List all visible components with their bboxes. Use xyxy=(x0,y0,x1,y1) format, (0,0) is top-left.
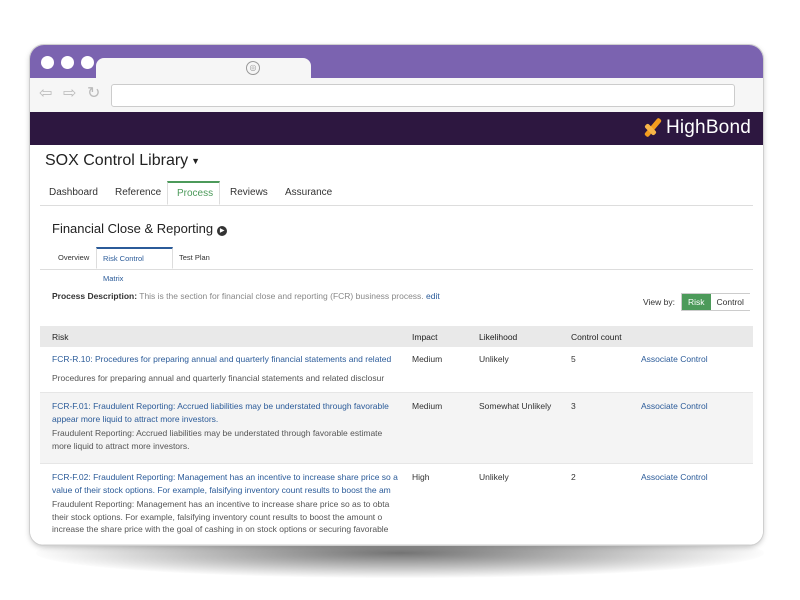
tab-reviews[interactable]: Reviews xyxy=(221,181,277,205)
play-circle-icon[interactable]: ▶ xyxy=(217,226,228,236)
risk-description: Procedures for preparing annual and quar… xyxy=(52,372,385,383)
tab-reference[interactable]: Reference xyxy=(106,181,170,205)
risk-description: Fraudulent Reporting: Accrued liabilitie… xyxy=(52,428,383,438)
associate-control-link[interactable]: Associate Control xyxy=(641,400,708,413)
risk-table: Risk Impact Likelihood Control count FCR… xyxy=(40,326,753,545)
impact-value: High xyxy=(412,472,430,482)
view-by-risk-button[interactable]: Risk xyxy=(681,294,711,310)
risk-title-link[interactable]: FCR-R.10: Procedures for preparing annua… xyxy=(52,353,406,366)
risk-description-line-2: more liquid to attract more investors. xyxy=(52,440,190,451)
reload-icon[interactable]: ↻ xyxy=(87,86,100,102)
table-row: FCR-F.01: Fraudulent Reporting: Accrued … xyxy=(40,393,753,464)
table-header: Risk Impact Likelihood Control count xyxy=(40,326,753,347)
subtab-test-plan[interactable]: Test Plan xyxy=(173,247,216,269)
risk-title-link-line-2[interactable]: appear more liquid to attract more inves… xyxy=(52,413,406,426)
col-likelihood: Likelihood xyxy=(479,332,518,342)
browser-toolbar: ⇦ ⇨ ↻ xyxy=(30,78,763,113)
likelihood-value: Unlikely xyxy=(479,354,509,364)
brand-name: HighBond xyxy=(665,117,751,138)
process-description: Process Description: This is the section… xyxy=(52,291,440,301)
control-count-value: 5 xyxy=(571,354,576,364)
sub-nav: Overview Risk Control Matrix Test Plan xyxy=(40,247,753,283)
table-row: FCR-F.02: Fraudulent Reporting: Manageme… xyxy=(40,464,753,545)
brand-header: HighBond xyxy=(30,112,763,145)
highbond-logo[interactable]: HighBond xyxy=(642,117,751,139)
associate-control-link[interactable]: Associate Control xyxy=(641,471,708,484)
table-row: FCR-R.10: Procedures for preparing annua… xyxy=(40,347,753,393)
risk-cell: FCR-R.10: Procedures for preparing annua… xyxy=(52,353,406,384)
app-content: SOX Control Library ▼ Dashboard Reference… xyxy=(30,145,763,545)
view-by-toggle: View by: Risk Control xyxy=(643,293,750,311)
address-bar[interactable] xyxy=(111,84,735,107)
process-title: Financial Close & Reporting ▶ xyxy=(52,221,228,236)
highbond-logo-icon xyxy=(642,117,662,138)
view-by-label: View by: xyxy=(643,297,675,307)
risk-description: Fraudulent Reporting: Management has an … xyxy=(52,499,390,509)
associate-control-link[interactable]: Associate Control xyxy=(641,353,708,366)
browser-titlebar: ◎ xyxy=(30,45,763,78)
subtab-overview[interactable]: Overview xyxy=(52,247,95,269)
window-dot-3[interactable] xyxy=(81,56,94,69)
view-by-control-button[interactable]: Control xyxy=(711,294,750,310)
tab-assurance[interactable]: Assurance xyxy=(276,181,341,205)
edit-description-link[interactable]: edit xyxy=(426,291,440,301)
tab-dashboard[interactable]: Dashboard xyxy=(40,181,107,205)
window-dot-1[interactable] xyxy=(41,56,54,69)
control-count-value: 2 xyxy=(571,472,576,482)
col-impact: Impact xyxy=(412,332,438,342)
process-title-text: Financial Close & Reporting xyxy=(52,221,214,236)
subtab-risk-control-matrix[interactable]: Risk Control Matrix xyxy=(96,247,173,283)
browser-tab[interactable]: ◎ xyxy=(96,58,311,78)
description-text: This is the section for financial close … xyxy=(139,291,424,301)
control-count-value: 3 xyxy=(571,401,576,411)
description-label: Process Description: xyxy=(52,291,138,301)
risk-description-line-2: their stock options. For example, falsif… xyxy=(52,511,383,522)
view-by-segmented-control: Risk Control xyxy=(680,293,750,311)
risk-cell: FCR-F.02: Fraudulent Reporting: Manageme… xyxy=(52,471,406,536)
risk-description-line-3: increase the share price with the goal o… xyxy=(52,524,389,534)
caret-down-icon: ▼ xyxy=(191,155,201,166)
back-arrow-icon[interactable]: ⇦ xyxy=(39,86,52,102)
browser-window: ◎ ⇦ ⇨ ↻ HighBond SOX Control Library ▼ Da… xyxy=(30,45,763,545)
forward-arrow-icon[interactable]: ⇨ xyxy=(63,86,76,102)
main-nav: Dashboard Reference Process Reviews Assu… xyxy=(40,181,753,206)
risk-title-link[interactable]: FCR-F.02: Fraudulent Reporting: Manageme… xyxy=(52,471,406,484)
risk-cell: FCR-F.01: Fraudulent Reporting: Accrued … xyxy=(52,400,406,452)
window-dot-2[interactable] xyxy=(61,56,74,69)
risk-title-link-line-2[interactable]: value of their stock options. For exampl… xyxy=(52,484,406,497)
likelihood-value: Unlikely xyxy=(479,472,509,482)
col-risk: Risk xyxy=(52,332,69,342)
impact-value: Medium xyxy=(412,354,443,364)
likelihood-value: Somewhat Unlikely xyxy=(479,401,552,411)
impact-value: Medium xyxy=(412,401,443,411)
tab-process[interactable]: Process xyxy=(167,181,220,205)
col-control-count: Control count xyxy=(571,332,622,342)
library-title-dropdown[interactable]: SOX Control Library ▼ xyxy=(45,152,200,170)
risk-title-link[interactable]: FCR-F.01: Fraudulent Reporting: Accrued … xyxy=(52,400,406,413)
globe-icon: ◎ xyxy=(246,61,260,75)
library-title: SOX Control Library xyxy=(45,152,189,169)
